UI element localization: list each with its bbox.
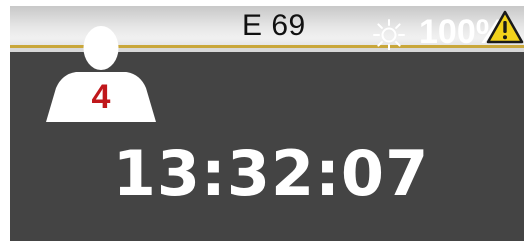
warning-icon[interactable] [486,10,524,44]
clock-display: 13:32:07 [112,137,430,210]
device-screen: E 69 100% 4 13:32:07 [10,6,524,241]
sun-icon [373,19,405,50]
channel-label: E 69 [242,9,306,42]
player-indicator: 4 [46,24,156,122]
player-number: 4 [91,78,111,116]
